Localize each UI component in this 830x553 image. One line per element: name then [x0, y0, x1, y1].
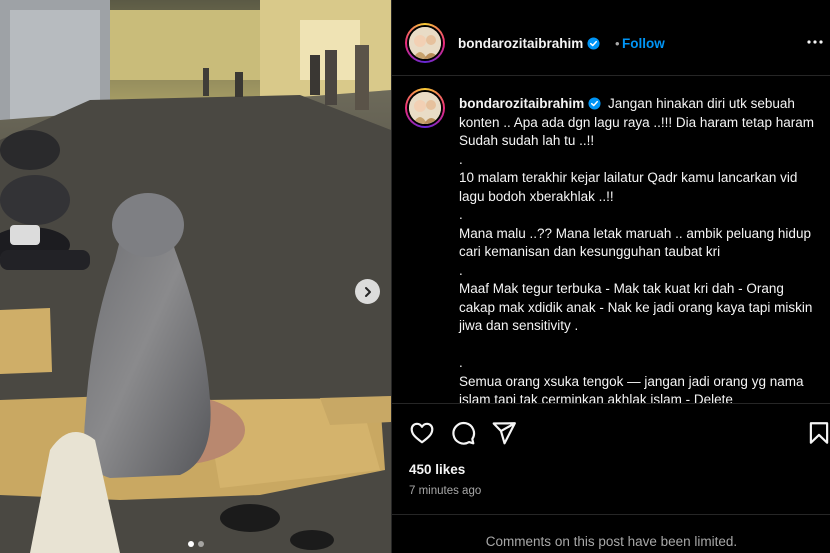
- post-sidebar: bondarozitaibrahim • Follow bondarozitai…: [391, 0, 830, 553]
- caption-line: .: [459, 207, 463, 222]
- more-horizontal-icon[interactable]: [805, 32, 825, 52]
- caption-line: .: [459, 355, 463, 370]
- post-photo[interactable]: [0, 0, 391, 553]
- verified-badge-icon: [587, 37, 600, 50]
- caption-section: bondarozitaibrahim Jangan hinakan diri u…: [392, 77, 830, 403]
- bookmark-icon[interactable]: [806, 420, 830, 446]
- post-author-username[interactable]: bondarozitaibrahim: [458, 36, 600, 51]
- carousel-dot-active: [187, 541, 194, 547]
- caption-line: Mana malu ..?? Mana letak maruah .. ambi…: [459, 225, 811, 260]
- caption-avatar[interactable]: [405, 88, 445, 128]
- post-actions: 450 likes 7 minutes ago: [392, 403, 830, 515]
- follow-button[interactable]: Follow: [622, 36, 665, 51]
- post-timestamp[interactable]: 7 minutes ago: [409, 485, 481, 497]
- avatar-image: [409, 92, 441, 124]
- follow-separator: •: [615, 36, 620, 51]
- carousel-next-button[interactable]: [355, 279, 380, 304]
- post-header: bondarozitaibrahim • Follow: [392, 0, 830, 76]
- avatar-image: [409, 27, 441, 59]
- heart-icon[interactable]: [409, 420, 435, 446]
- caption-text: bondarozitaibrahim Jangan hinakan diri u…: [459, 95, 819, 403]
- caption-line: .: [459, 262, 463, 278]
- caption-line: .: [459, 151, 463, 167]
- verified-badge-icon: [588, 97, 601, 110]
- caption-username[interactable]: bondarozitaibrahim: [459, 96, 601, 111]
- comments-limited-notice: Comments on this post have been limited.: [485, 534, 738, 549]
- send-icon[interactable]: [491, 420, 517, 446]
- caption-line: Semua orang xsuka tengok — jangan jadi o…: [459, 373, 804, 404]
- carousel-dot: [197, 541, 204, 547]
- photo-scene: [0, 0, 391, 553]
- chevron-right-icon: [364, 286, 371, 297]
- avatar[interactable]: [405, 23, 445, 63]
- caption-line: Maaf Mak tegur terbuka - Mak tak kuat kr…: [459, 281, 813, 333]
- comment-icon[interactable]: [450, 420, 476, 446]
- caption-line: 10 malam terakhir kejar lailatur Qadr ka…: [459, 170, 798, 204]
- like-count[interactable]: 450 likes: [409, 462, 465, 477]
- caption-line: [459, 336, 819, 355]
- caption-line: bondarozitaibrahim Jangan hinakan diri u…: [459, 96, 814, 148]
- carousel-dots: [0, 541, 391, 547]
